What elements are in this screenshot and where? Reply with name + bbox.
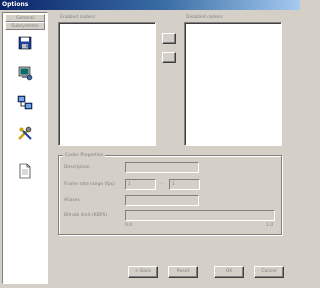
bitrate-min-tick: 0.0 [125, 223, 133, 228]
tools-icon[interactable] [17, 125, 33, 141]
codec-properties-title: Codec Properties [63, 152, 106, 159]
framerate-min-field[interactable]: 1 [125, 179, 156, 190]
description-field[interactable] [125, 162, 199, 173]
title-bar[interactable]: Options [0, 0, 300, 10]
framerate-label: Frame rate range (fps) [64, 182, 115, 187]
monitor-settings-icon[interactable] [17, 65, 33, 81]
reset-button[interactable]: Reset [168, 266, 198, 278]
bitrate-label: Bitrate limit (KBPS) [64, 213, 108, 218]
window-title: Options [2, 1, 29, 8]
bitrate-slider[interactable] [125, 210, 275, 221]
back-button[interactable]: < Back [128, 266, 158, 278]
move-left-button[interactable] [162, 52, 176, 63]
aliases-field[interactable] [125, 195, 199, 206]
framerate-separator: - [161, 182, 163, 187]
aliases-label: Aliases [64, 198, 80, 203]
document-icon[interactable] [17, 163, 33, 179]
save-disk-icon[interactable] [17, 35, 33, 51]
framerate-max-field[interactable]: 1 [169, 179, 200, 190]
description-label: Description [64, 165, 90, 170]
sidebar: General Subsystems [2, 12, 48, 284]
tab-subsystems[interactable]: Subsystems [5, 22, 45, 30]
enabled-codecs-list[interactable] [58, 22, 156, 146]
disabled-codecs-label: Disabled codecs [186, 15, 223, 20]
ok-button[interactable]: OK [214, 266, 244, 278]
move-right-button[interactable] [162, 33, 176, 44]
bitrate-max-tick: 1.0 [266, 223, 274, 228]
enabled-codecs-label: Enabled codecs [60, 15, 96, 20]
cancel-button[interactable]: Cancel [254, 266, 284, 278]
network-computers-icon[interactable] [17, 95, 33, 111]
tab-general[interactable]: General [5, 14, 45, 22]
disabled-codecs-list[interactable] [184, 22, 282, 146]
